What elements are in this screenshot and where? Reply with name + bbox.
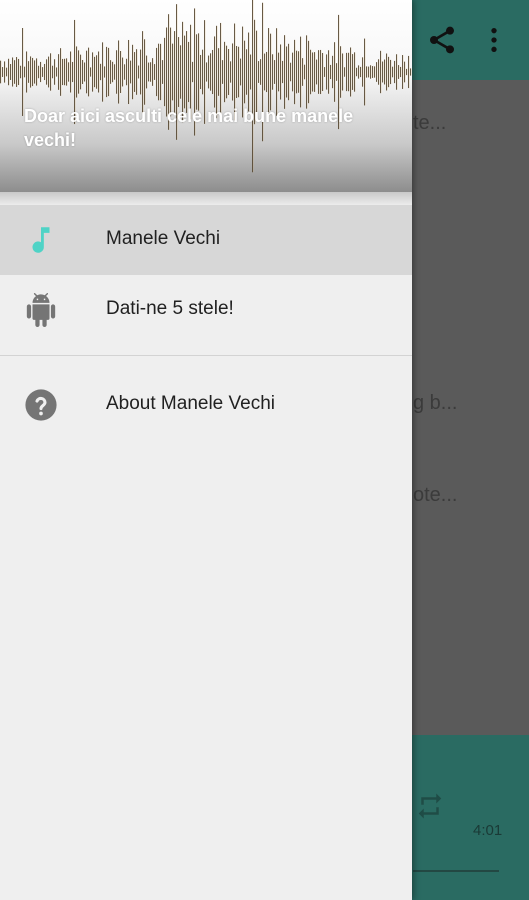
song-title-partial[interactable]: g b... bbox=[413, 392, 457, 415]
song-title-partial[interactable]: te... bbox=[413, 112, 446, 135]
navigation-drawer: Doar aici asculti cele mai bune manele v… bbox=[0, 0, 412, 900]
track-duration: 4:01 bbox=[473, 822, 503, 839]
nav-item-rate-app[interactable]: Dati-ne 5 stele! bbox=[0, 275, 412, 345]
repeat-icon[interactable] bbox=[415, 791, 445, 821]
seek-bar[interactable] bbox=[413, 870, 499, 872]
nav-item-label: Dati-ne 5 stele! bbox=[106, 298, 234, 319]
nav-item-label: About Manele Vechi bbox=[106, 393, 276, 414]
nav-item-about[interactable]: About Manele Vechi bbox=[0, 370, 412, 440]
nav-item-manele-vechi[interactable]: Manele Vechi bbox=[0, 205, 412, 275]
help-icon bbox=[25, 389, 57, 421]
nav-item-label: Manele Vechi bbox=[106, 228, 221, 249]
music-note-icon bbox=[32, 227, 50, 253]
waveform-image bbox=[0, 0, 412, 173]
drawer-header-text: Doar aici asculti cele mai bune manele v… bbox=[24, 106, 354, 150]
song-title-partial[interactable]: ote... bbox=[413, 484, 457, 507]
more-vert-icon[interactable] bbox=[478, 22, 510, 58]
drawer-header: Doar aici asculti cele mai bune manele v… bbox=[0, 0, 412, 192]
drawer-divider bbox=[0, 355, 412, 356]
share-icon[interactable] bbox=[426, 22, 458, 58]
android-icon bbox=[26, 293, 56, 327]
